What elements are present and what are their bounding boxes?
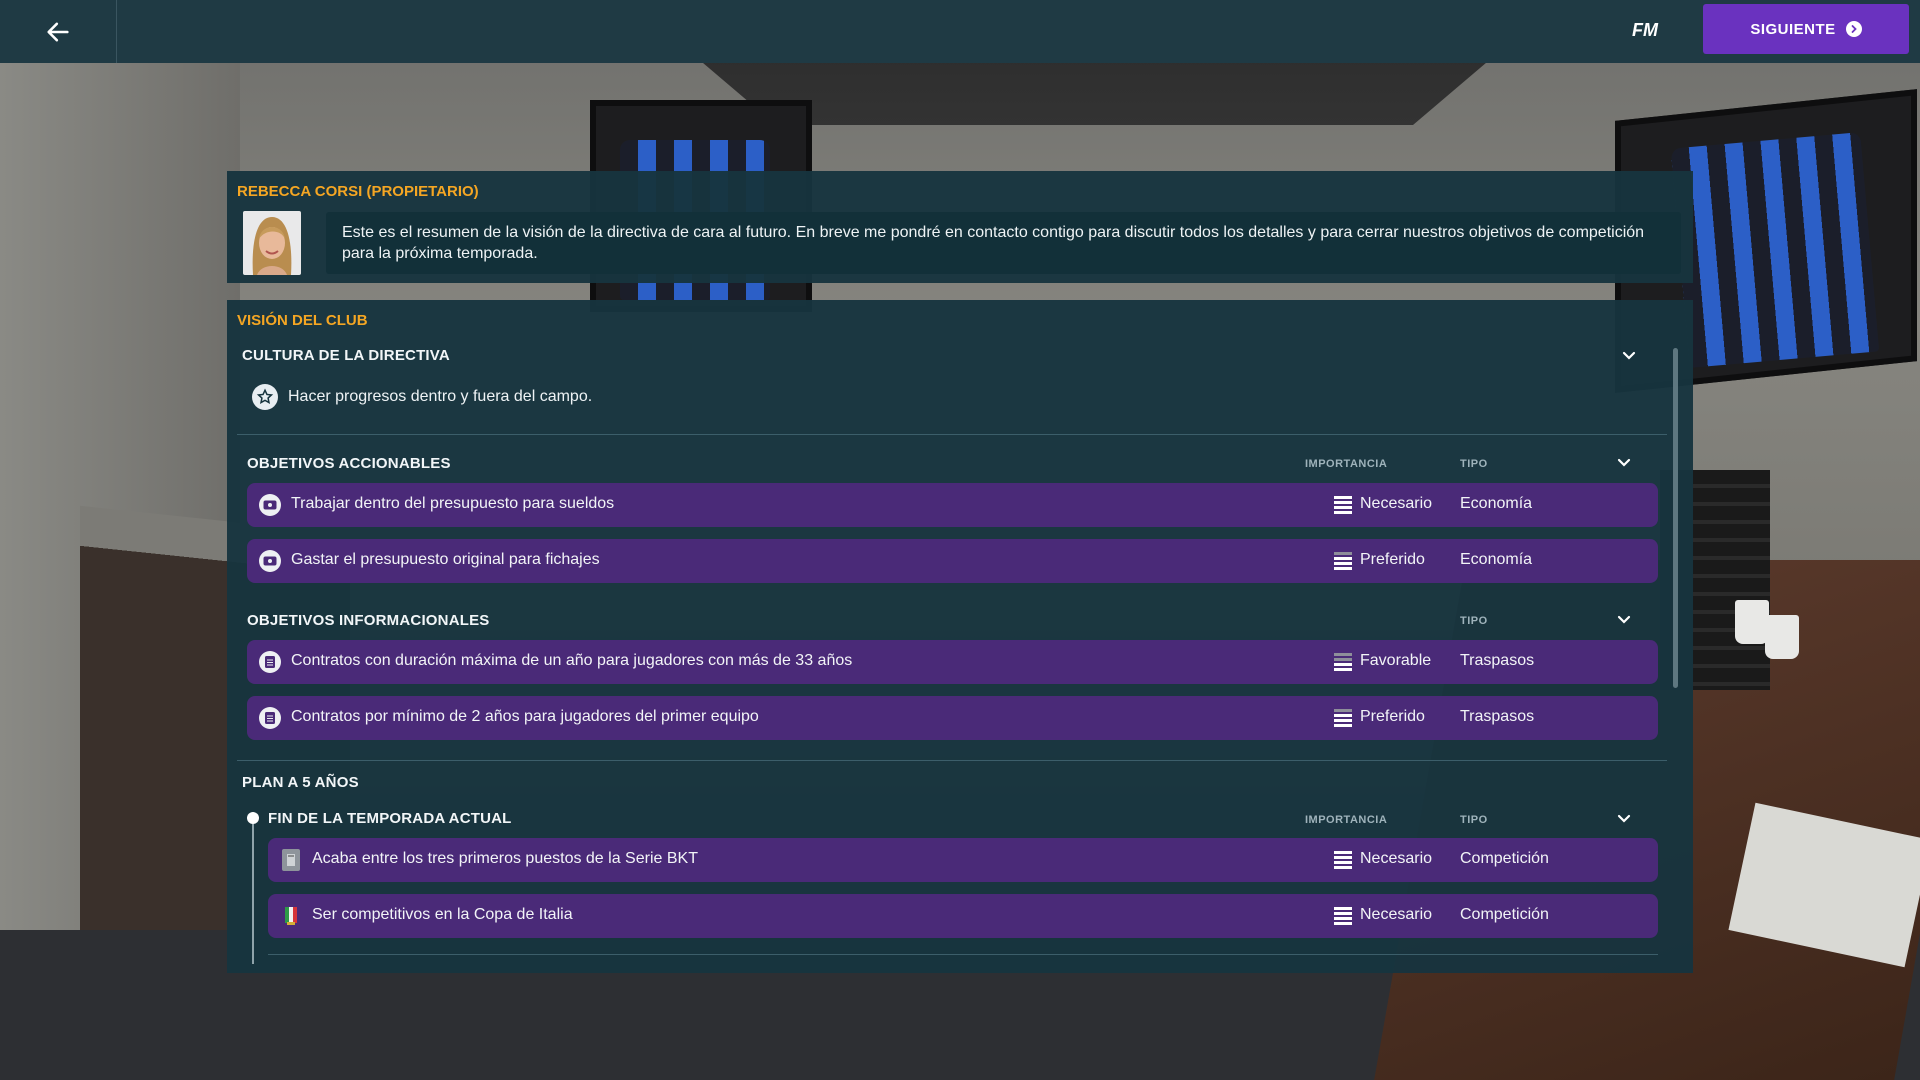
back-button[interactable] xyxy=(0,0,117,63)
objective-row[interactable]: Contratos con duración máxima de un año … xyxy=(247,640,1658,684)
informational-objectives-title: OBJETIVOS INFORMACIONALES xyxy=(247,612,490,629)
objective-type: Economía xyxy=(1460,495,1533,512)
objective-row[interactable]: Gastar el presupuesto original para fich… xyxy=(247,539,1658,583)
chevron-down-icon[interactable] xyxy=(1620,347,1638,365)
timeline-dot xyxy=(247,812,259,824)
column-header-importance: IMPORTANCIA xyxy=(1305,458,1388,470)
objective-type: Competición xyxy=(1460,850,1549,867)
divider xyxy=(237,434,1667,435)
objective-importance: Necesario xyxy=(1360,850,1433,867)
importance-medium-icon xyxy=(1334,552,1352,570)
objective-text: Contratos por mínimo de 2 años para juga… xyxy=(291,708,759,725)
fm-logo: FM xyxy=(1632,20,1658,40)
objective-text: Trabajar dentro del presupuesto para sue… xyxy=(291,495,615,512)
current-season-end-title: FIN DE LA TEMPORADA ACTUAL xyxy=(268,810,512,827)
chevron-down-icon[interactable] xyxy=(1615,611,1633,629)
five-year-plan-title: PLAN A 5 AÑOS xyxy=(242,774,359,791)
objective-type: Traspasos xyxy=(1460,708,1535,725)
league-logo-icon xyxy=(282,849,300,871)
money-icon xyxy=(259,550,281,572)
column-header-type: TIPO xyxy=(1460,615,1488,627)
importance-high-icon xyxy=(1334,851,1352,869)
divider xyxy=(268,954,1658,955)
owner-message-panel: REBECCA CORSI (PROPIETARIO) Este es el r… xyxy=(227,171,1693,283)
divider xyxy=(237,760,1667,761)
objective-type: Traspasos xyxy=(1460,652,1535,669)
document-icon xyxy=(259,651,281,673)
objective-text: Ser competitivos en la Copa de Italia xyxy=(312,906,573,923)
club-vision-panel: VISIÓN DEL CLUB CULTURA DE LA DIRECTIVA … xyxy=(227,300,1693,973)
objective-importance: Necesario xyxy=(1360,495,1433,512)
document-icon xyxy=(259,707,281,729)
column-header-type: TIPO xyxy=(1460,814,1488,826)
board-culture-item: Hacer progresos dentro y fuera del campo… xyxy=(252,384,592,410)
objective-importance: Preferido xyxy=(1360,551,1425,568)
next-button[interactable]: SIGUIENTE xyxy=(1703,4,1909,54)
objective-row[interactable]: Acaba entre los tres primeros puestos de… xyxy=(268,838,1658,882)
objective-importance: Necesario xyxy=(1360,906,1433,923)
objective-text: Acaba entre los tres primeros puestos de… xyxy=(312,850,698,867)
objective-text: Contratos con duración máxima de un año … xyxy=(291,652,853,669)
objective-importance: Favorable xyxy=(1360,652,1432,669)
vertical-scrollbar[interactable] xyxy=(1673,348,1678,688)
star-badge-icon xyxy=(252,384,278,410)
objective-row[interactable]: Ser competitivos en la Copa de Italia Ne… xyxy=(268,894,1658,938)
chevron-down-icon[interactable] xyxy=(1615,810,1633,828)
jersey-frame-right xyxy=(1670,132,1880,368)
objective-importance: Preferido xyxy=(1360,708,1425,725)
board-culture-text: Hacer progresos dentro y fuera del campo… xyxy=(288,388,593,405)
club-vision-title: VISIÓN DEL CLUB xyxy=(237,312,368,329)
board-culture-title: CULTURA DE LA DIRECTIVA xyxy=(242,347,450,364)
objective-text: Gastar el presupuesto original para fich… xyxy=(291,551,600,568)
objective-type: Competición xyxy=(1460,906,1549,923)
column-header-type: TIPO xyxy=(1460,458,1488,470)
owner-speech-bubble: Este es el resumen de la visión de la di… xyxy=(326,212,1681,274)
objective-type: Economía xyxy=(1460,551,1533,568)
owner-name: REBECCA CORSI (PROPIETARIO) xyxy=(237,183,479,200)
objective-row[interactable]: Trabajar dentro del presupuesto para sue… xyxy=(247,483,1658,527)
chevron-down-icon[interactable] xyxy=(1615,454,1633,472)
top-bar: FM SIGUIENTE xyxy=(0,0,1920,63)
importance-medium-icon xyxy=(1334,709,1352,727)
timeline-line xyxy=(252,824,254,964)
importance-high-icon xyxy=(1334,496,1352,514)
owner-avatar xyxy=(243,211,301,275)
next-button-label: SIGUIENTE xyxy=(1750,20,1836,38)
importance-high-icon xyxy=(1334,907,1352,925)
money-icon xyxy=(259,494,281,516)
actionable-objectives-title: OBJETIVOS ACCIONABLES xyxy=(247,455,451,472)
chevron-circle-right-icon xyxy=(1845,21,1862,37)
arrow-left-icon xyxy=(47,22,69,41)
cup-logo-icon xyxy=(282,905,300,927)
importance-low-icon xyxy=(1334,653,1352,671)
objective-row[interactable]: Contratos por mínimo de 2 años para juga… xyxy=(247,696,1658,740)
column-header-importance: IMPORTANCIA xyxy=(1305,814,1388,826)
